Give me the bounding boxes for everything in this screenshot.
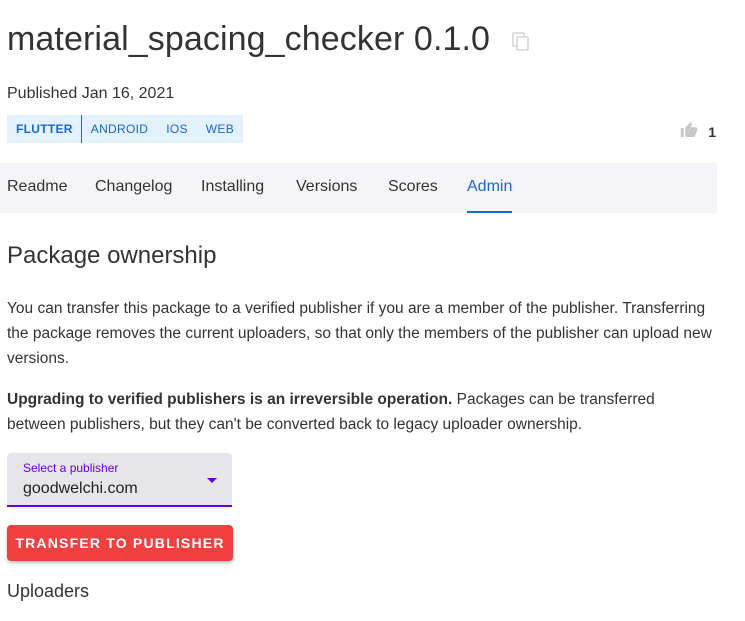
uploaders-heading: Uploaders [7, 581, 90, 601]
platform-tags: FLUTTER ANDROID IOS WEB [7, 115, 244, 143]
tab-readme[interactable]: Readme [7, 163, 67, 213]
ownership-warning-bold: Upgrading to verified publishers is an i… [7, 391, 453, 408]
tab-changelog[interactable]: Changelog [95, 163, 172, 213]
ownership-warning: Upgrading to verified publishers is an i… [7, 387, 717, 437]
package-title: material_spacing_checker 0.1.0 [7, 20, 491, 58]
thumb-up-icon[interactable] [680, 121, 698, 143]
tab-admin[interactable]: Admin [467, 163, 513, 213]
dropdown-arrow-icon[interactable] [207, 478, 217, 483]
tag-ios[interactable]: IOS [157, 115, 197, 143]
publisher-select-label: Select a publisher [23, 461, 119, 475]
package-ownership-heading: Package ownership [7, 242, 217, 269]
tab-scores[interactable]: Scores [388, 163, 438, 213]
like-count: 1 [708, 124, 716, 140]
tag-web[interactable]: WEB [197, 115, 243, 143]
publisher-select-value: goodwelchi.com [23, 480, 138, 497]
publisher-select[interactable]: Select a publisher goodwelchi.com [7, 453, 232, 507]
tab-bar: Readme Changelog Installing Versions Sco… [0, 163, 717, 213]
tab-installing[interactable]: Installing [201, 163, 264, 213]
tab-versions[interactable]: Versions [296, 163, 357, 213]
transfer-to-publisher-button[interactable]: TRANSFER TO PUBLISHER [7, 525, 233, 561]
tag-android[interactable]: ANDROID [82, 115, 157, 143]
like-widget[interactable]: 1 [680, 121, 716, 143]
published-date: Published Jan 16, 2021 [7, 85, 175, 102]
ownership-description: You can transfer this package to a verif… [7, 300, 712, 367]
copy-icon[interactable] [512, 31, 530, 52]
tag-flutter[interactable]: FLUTTER [7, 115, 82, 143]
package-title-row: material_spacing_checker 0.1.0 [7, 20, 530, 59]
